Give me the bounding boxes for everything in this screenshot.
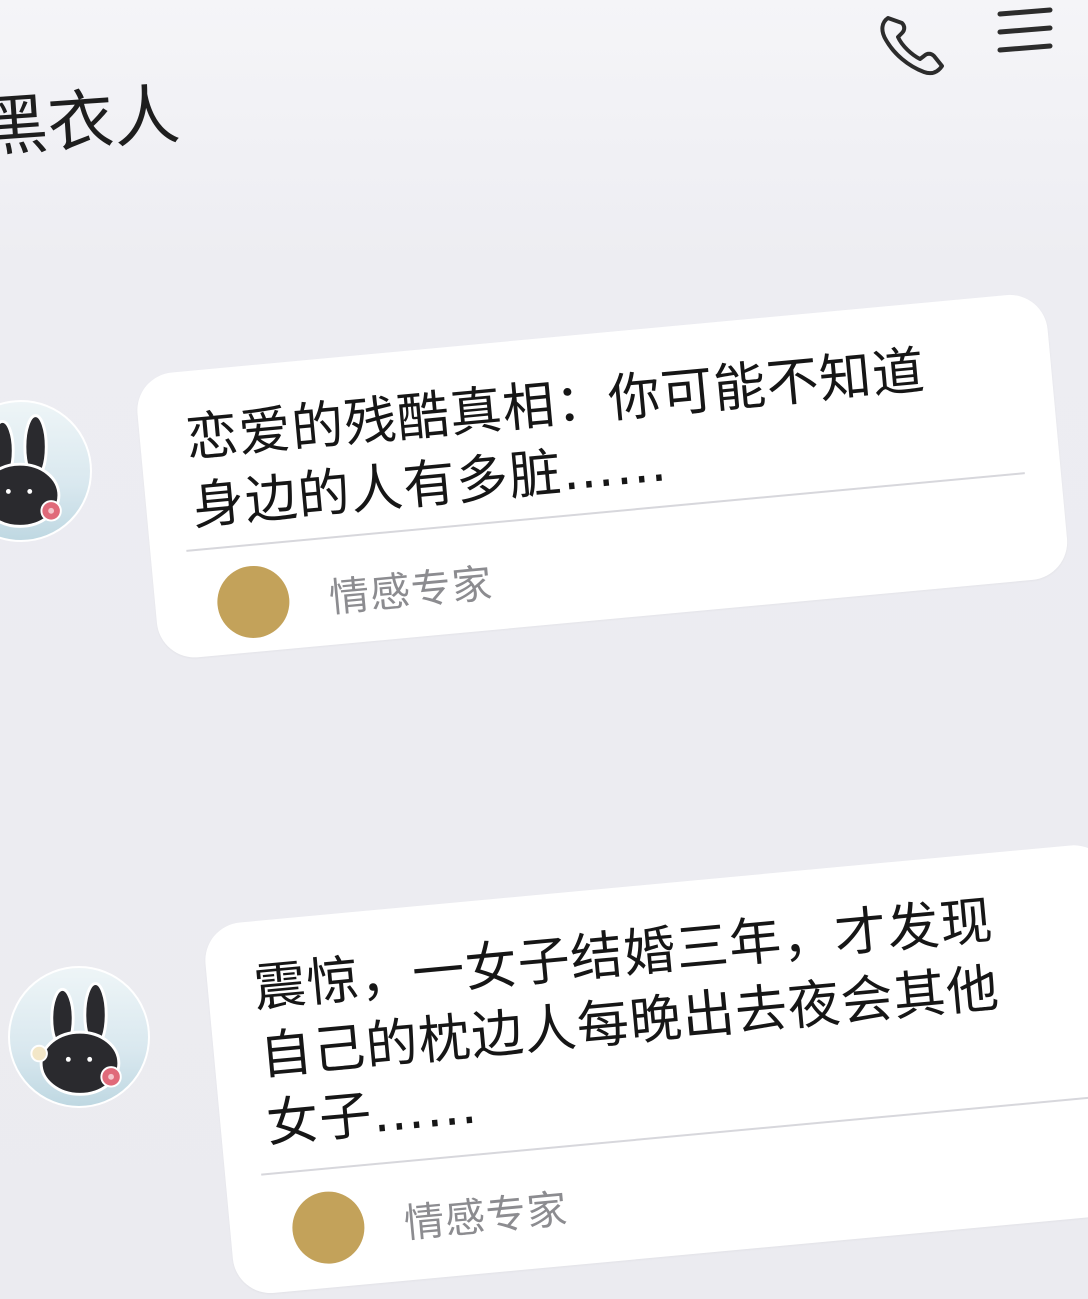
source-name: 情感专家 xyxy=(402,1186,570,1248)
chat-title: 黑衣人 xyxy=(0,76,183,167)
message-card[interactable]: 恋爱的残酷真相：你可能不知道 身边的人有多脏…… 情感专家 xyxy=(134,291,1071,661)
black-rabbit-avatar-icon xyxy=(30,982,122,1096)
source-name: 情感专家 xyxy=(327,560,495,622)
source-avatar xyxy=(214,562,293,642)
message-text: 恋爱的残酷真相：你可能不知道 身边的人有多脏…… xyxy=(183,341,928,538)
sender-avatar[interactable] xyxy=(0,400,92,542)
menu-icon[interactable] xyxy=(990,0,1062,64)
message-source: 情感专家 xyxy=(289,1170,570,1267)
black-rabbit-avatar-icon xyxy=(0,414,62,528)
message-source: 情感专家 xyxy=(214,544,495,642)
chat-screen: 黑衣人 恋爱的残酷真相：你可能不知道 身边的人有多脏…… 情感专家 震惊，一女子… xyxy=(0,0,1088,1299)
message-card[interactable]: 震惊，一女子结婚三年，才发现 自己的枕边人每晚出去夜会其他 女子…… 情感专家 xyxy=(202,841,1088,1297)
message-text: 震惊，一女子结婚三年，才发现 自己的枕边人每晚出去夜会其他 女子…… xyxy=(251,891,1002,1155)
sender-avatar[interactable] xyxy=(8,966,150,1108)
phone-icon[interactable] xyxy=(872,4,956,80)
source-avatar xyxy=(289,1188,368,1267)
